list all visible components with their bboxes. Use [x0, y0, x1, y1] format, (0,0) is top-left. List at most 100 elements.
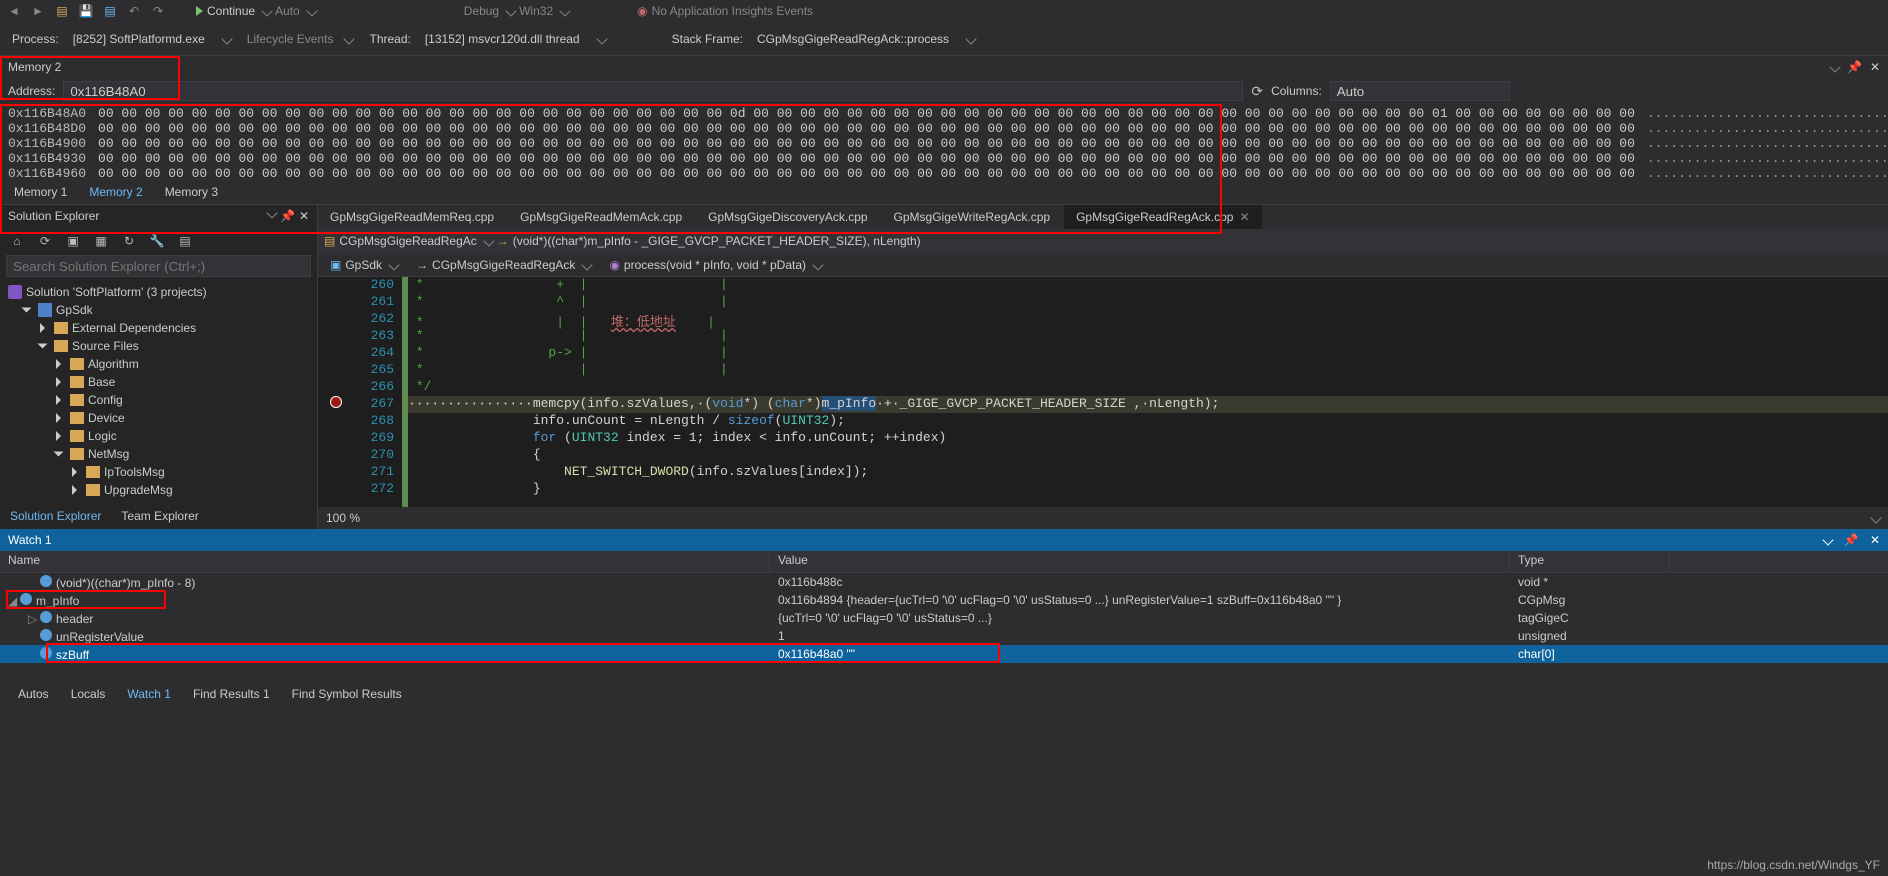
memory-hex-view[interactable]: 0x116B48A000 00 00 00 00 00 00 00 00 00 …: [0, 104, 1888, 183]
code-line[interactable]: * | | 堆：低地址 |: [408, 311, 1888, 328]
tree-node[interactable]: Source Files: [0, 337, 317, 355]
chevron-down-icon[interactable]: [1870, 512, 1881, 523]
solution-search-input[interactable]: [6, 255, 311, 277]
refresh-icon[interactable]: ⟳: [34, 230, 56, 252]
code-content[interactable]: * + | | * ^ | | * | | 堆：低地址 | * | | * p-…: [408, 277, 1888, 507]
watch-row[interactable]: (void*)((char*)m_pInfo - 8)0x116b488cvoi…: [0, 573, 1888, 591]
redo-icon[interactable]: ↷: [148, 1, 168, 21]
tree-node[interactable]: External Dependencies: [0, 319, 317, 337]
tree-node[interactable]: Algorithm: [0, 355, 317, 373]
process-dropdown[interactable]: [8252] SoftPlatformd.exe: [67, 30, 211, 48]
project-selector[interactable]: ▣ GpSdk: [324, 258, 404, 272]
tree-node[interactable]: Device: [0, 409, 317, 427]
show-all-icon[interactable]: ▦: [90, 230, 112, 252]
solution-tree[interactable]: Solution 'SoftPlatform' (3 projects)GpSd…: [0, 281, 317, 507]
chevron-down-icon[interactable]: [965, 33, 976, 44]
lifecycle-button[interactable]: Lifecycle Events: [247, 32, 334, 46]
watch-column-header[interactable]: Value: [770, 551, 1510, 572]
close-icon[interactable]: ✕: [299, 209, 309, 223]
code-line[interactable]: for (UINT32 index = 1; index < info.unCo…: [408, 430, 1888, 447]
memory-tab[interactable]: Memory 1: [4, 183, 77, 204]
thread-dropdown[interactable]: [13152] msvcr120d.dll thread: [419, 30, 586, 48]
nav-back-icon[interactable]: ◄: [4, 1, 24, 21]
properties-icon[interactable]: 🔧: [146, 230, 168, 252]
memory-tab[interactable]: Memory 2: [79, 183, 152, 204]
address-input[interactable]: [63, 81, 1243, 101]
code-line[interactable]: * + | |: [408, 277, 1888, 294]
file-tab[interactable]: GpMsgGigeReadRegAck.cpp✕: [1064, 205, 1261, 229]
chevron-down-icon[interactable]: [596, 33, 607, 44]
bottom-tab[interactable]: Find Symbol Results: [282, 685, 412, 703]
memory-row[interactable]: 0x116B48D000 00 00 00 00 00 00 00 00 00 …: [8, 121, 1880, 136]
pin-icon[interactable]: 📌: [1847, 60, 1862, 74]
debug-dropdown[interactable]: Debug: [464, 4, 499, 18]
code-line[interactable]: */: [408, 379, 1888, 396]
tree-node[interactable]: Config: [0, 391, 317, 409]
close-icon[interactable]: ✕: [1870, 533, 1880, 547]
file-tab[interactable]: GpMsgGigeReadMemAck.cpp: [508, 205, 694, 229]
pin-icon[interactable]: 📌: [280, 209, 295, 223]
preview-icon[interactable]: ▤: [174, 230, 196, 252]
chevron-down-icon[interactable]: [344, 33, 355, 44]
code-line[interactable]: * p-> | |: [408, 345, 1888, 362]
window-menu-icon[interactable]: [1829, 61, 1840, 72]
columns-input[interactable]: [1330, 81, 1510, 101]
tree-node[interactable]: IpToolsMsg: [0, 463, 317, 481]
chevron-down-icon[interactable]: [559, 5, 570, 16]
watch-row[interactable]: unRegisterValue1unsigned: [0, 627, 1888, 645]
bottom-tab[interactable]: Find Results 1: [183, 685, 280, 703]
chevron-down-icon[interactable]: [261, 5, 272, 16]
memory-row[interactable]: 0x116B496000 00 00 00 00 00 00 00 00 00 …: [8, 166, 1880, 181]
code-line[interactable]: }: [408, 481, 1888, 498]
tree-node[interactable]: NetMsg: [0, 445, 317, 463]
bottom-tab[interactable]: Watch 1: [117, 685, 181, 703]
collapse-icon[interactable]: ▣: [62, 230, 84, 252]
tree-node[interactable]: UpgradeMsg: [0, 481, 317, 499]
breakpoint-icon[interactable]: [330, 396, 342, 408]
code-body[interactable]: 260261262263264265266267268269270271272 …: [318, 277, 1888, 507]
memory-row[interactable]: 0x116B493000 00 00 00 00 00 00 00 00 00 …: [8, 151, 1880, 166]
class-selector[interactable]: → CGpMsgGigeReadRegAck: [410, 258, 597, 272]
bottom-tab[interactable]: Autos: [8, 685, 59, 703]
file-tab[interactable]: GpMsgGigeDiscoveryAck.cpp: [696, 205, 879, 229]
watch-rows[interactable]: (void*)((char*)m_pInfo - 8)0x116b488cvoi…: [0, 573, 1888, 679]
chevron-down-icon[interactable]: [306, 5, 317, 16]
nav-fwd-icon[interactable]: ►: [28, 1, 48, 21]
solution-tab[interactable]: Team Explorer: [111, 507, 208, 529]
open-file-icon[interactable]: ▤: [52, 1, 72, 21]
window-menu-icon[interactable]: [266, 207, 277, 218]
code-line[interactable]: ················memcpy(info.szValues,·(v…: [408, 396, 1888, 413]
window-menu-icon[interactable]: [1823, 534, 1834, 545]
zoom-level[interactable]: 100 %: [326, 511, 360, 525]
tree-node[interactable]: Base: [0, 373, 317, 391]
close-icon[interactable]: ✕: [1870, 60, 1880, 74]
code-line[interactable]: * ^ | |: [408, 294, 1888, 311]
watch-row[interactable]: ▷header{ucTrl=0 '\0' ucFlag=0 '\0' usSta…: [0, 609, 1888, 627]
memory-row[interactable]: 0x116B490000 00 00 00 00 00 00 00 00 00 …: [8, 136, 1880, 151]
continue-icon[interactable]: [196, 6, 203, 16]
chevron-down-icon[interactable]: [221, 33, 232, 44]
pin-icon[interactable]: 📌: [1844, 533, 1859, 547]
close-icon[interactable]: ✕: [1239, 210, 1249, 224]
chevron-down-icon[interactable]: [483, 235, 494, 246]
watch-row[interactable]: szBuff0x116b48a0 ""char[0]: [0, 645, 1888, 663]
file-tab[interactable]: GpMsgGigeWriteRegAck.cpp: [882, 205, 1063, 229]
solution-root[interactable]: Solution 'SoftPlatform' (3 projects): [0, 283, 317, 301]
platform-dropdown[interactable]: Win32: [519, 4, 553, 18]
code-line[interactable]: * | |: [408, 362, 1888, 379]
save-icon[interactable]: 💾: [76, 1, 96, 21]
tree-node[interactable]: GpSdk: [0, 301, 317, 319]
watch-column-header[interactable]: Type: [1510, 551, 1670, 572]
code-line[interactable]: NET_SWITCH_DWORD(info.szValues[index]);: [408, 464, 1888, 481]
save-all-icon[interactable]: ▤: [100, 1, 120, 21]
watch-row[interactable]: ◢m_pInfo0x116b4894 {header={ucTrl=0 '\0'…: [0, 591, 1888, 609]
undo-icon[interactable]: ↶: [124, 1, 144, 21]
tree-node[interactable]: Logic: [0, 427, 317, 445]
context-file[interactable]: CGpMsgGigeReadRegAc: [339, 234, 476, 248]
file-tab[interactable]: GpMsgGigeReadMemReq.cpp: [318, 205, 506, 229]
method-selector[interactable]: ◉ process(void * pInfo, void * pData): [603, 258, 828, 272]
breakpoint-gutter[interactable]: [318, 277, 354, 507]
home-icon[interactable]: ⌂: [6, 230, 28, 252]
solution-tab[interactable]: Solution Explorer: [0, 507, 111, 529]
memory-row[interactable]: 0x116B48A000 00 00 00 00 00 00 00 00 00 …: [8, 106, 1880, 121]
